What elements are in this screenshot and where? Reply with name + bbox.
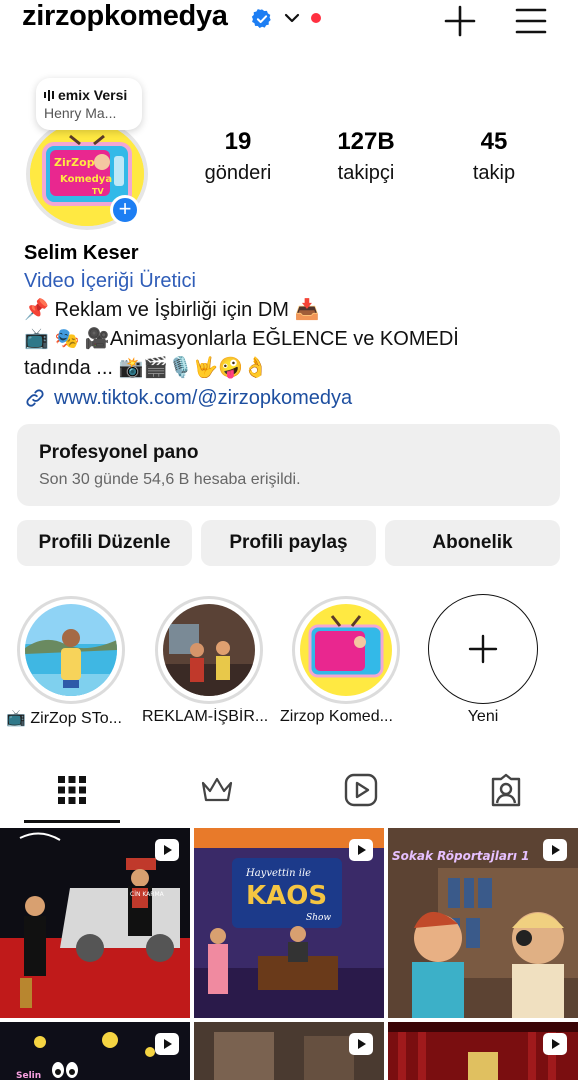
grid-icon: [58, 776, 86, 804]
highlight-1[interactable]: [15, 596, 127, 704]
crown-icon: [201, 777, 233, 802]
music-artist: Henry Ma...: [44, 105, 117, 121]
profile-tabs: [0, 762, 578, 822]
active-tab-indicator: [24, 820, 120, 823]
share-profile-button[interactable]: Profili paylaş: [201, 520, 376, 566]
plus-icon: [468, 634, 498, 664]
followers-stat[interactable]: 127B takipçi: [322, 128, 410, 185]
professional-dashboard[interactable]: Profesyonel pano Son 30 günde 54,6 B hes…: [17, 424, 560, 506]
highlight-1-cover: [25, 604, 117, 696]
bio-link[interactable]: www.tiktok.com/@zirzopkomedya: [24, 383, 554, 413]
post-thumbnail-6[interactable]: [388, 1022, 578, 1080]
new-highlight-button[interactable]: [428, 594, 538, 704]
avatar-text-tv: TV: [92, 187, 104, 196]
bio-line-3: tadında ... 📸🎬🎙️🤟🤪👌: [24, 357, 268, 379]
music-note-bubble[interactable]: emix Versi Henry Ma...: [36, 78, 142, 130]
music-title: emix Versi: [58, 87, 128, 103]
posts-count: 19: [224, 128, 252, 155]
verified-badge-icon: [251, 9, 271, 28]
highlight-3-cover: [300, 604, 392, 696]
reel-icon: [155, 839, 179, 861]
profile-bio: Selim Keser Video İçeriği Üretici 📌 Rekl…: [24, 240, 554, 413]
post-thumbnail-4[interactable]: Selin: [0, 1022, 190, 1080]
reel-icon: [543, 1033, 567, 1055]
tab-grid[interactable]: [52, 772, 92, 808]
following-count: 45: [480, 128, 508, 155]
subscription-button[interactable]: Abonelik: [385, 520, 560, 566]
reel-icon: [349, 839, 373, 861]
post-thumbnail-1[interactable]: CİN KARMA: [0, 828, 190, 1018]
display-name: Selim Keser: [24, 242, 139, 264]
avatar-text-zirzop: ZirZop: [54, 156, 95, 169]
chevron-down-icon[interactable]: [283, 9, 301, 27]
bio-line-2: 📺 🎭 🎥Animasyonlarla EĞLENCE ve KOMEDİ: [24, 328, 459, 350]
edit-profile-button[interactable]: Profili Düzenle: [17, 520, 192, 566]
reel-icon: [155, 1033, 179, 1055]
post-2-big: KAOS: [246, 881, 327, 911]
post-thumbnail-3[interactable]: Sokak Röportajları 1: [388, 828, 578, 1018]
add-story-button[interactable]: +: [110, 195, 140, 225]
bio-line-1: 📌 Reklam ve İşbirliği için DM 📥: [24, 299, 320, 321]
highlight-1-label: 📺 ZirZop STo...: [6, 710, 122, 727]
post-thumbnail-2[interactable]: Hayvettin ile KAOS Show: [194, 828, 384, 1018]
profile-avatar[interactable]: ZirZop Komedya TV +: [24, 118, 152, 230]
tab-tagged[interactable]: [486, 772, 526, 808]
reel-icon: [543, 839, 567, 861]
tab-reels[interactable]: [341, 772, 381, 808]
tagged-icon: [491, 773, 521, 807]
highlight-3-label: Zirzop Komed...: [280, 708, 393, 725]
posts-grid: CİN KARMA Hayvettin ile KAOS Show Sokak …: [0, 828, 578, 1080]
reel-icon: [349, 1033, 373, 1055]
followers-count: 127B: [337, 128, 395, 155]
category-label: Video İçeriği Üretici: [24, 270, 196, 292]
dashboard-subtitle: Son 30 günde 54,6 B hesaba erişildi.: [39, 471, 301, 488]
menu-icon[interactable]: [514, 4, 548, 38]
profile-header: zirzopkomedya: [0, 0, 578, 42]
post-3-title: Sokak Röportajları 1: [392, 849, 529, 863]
posts-label: gönderi: [204, 162, 272, 184]
link-icon: [26, 389, 44, 407]
username-title[interactable]: zirzopkomedya: [22, 0, 228, 33]
post-2-sub: Show: [306, 913, 331, 923]
post-1-badge: CİN KARMA: [130, 891, 165, 898]
post-4-text: Selin: [16, 1071, 41, 1080]
following-label: takip: [472, 162, 516, 184]
highlight-2[interactable]: [153, 596, 265, 704]
highlight-2-label: REKLAM-İŞBİR...: [142, 708, 269, 725]
following-stat[interactable]: 45 takip: [458, 128, 530, 185]
new-highlight-label: Yeni: [467, 708, 499, 725]
reels-icon: [344, 773, 378, 807]
tab-subscriptions[interactable]: [197, 772, 237, 808]
bio-link-text: www.tiktok.com/@zirzopkomedya: [54, 387, 353, 409]
followers-label: takipçi: [337, 162, 395, 184]
audio-bars-icon: [44, 89, 54, 101]
highlight-2-cover: [163, 604, 255, 696]
posts-stat[interactable]: 19 gönderi: [198, 128, 278, 185]
plus-icon[interactable]: [443, 4, 477, 38]
highlight-3[interactable]: [290, 596, 402, 704]
notification-dot: [311, 13, 321, 23]
post-2-title: Hayvettin ile: [245, 868, 311, 879]
avatar-text-komedya: Komedya: [60, 174, 112, 185]
dashboard-title: Profesyonel pano: [39, 442, 199, 463]
post-thumbnail-5[interactable]: [194, 1022, 384, 1080]
